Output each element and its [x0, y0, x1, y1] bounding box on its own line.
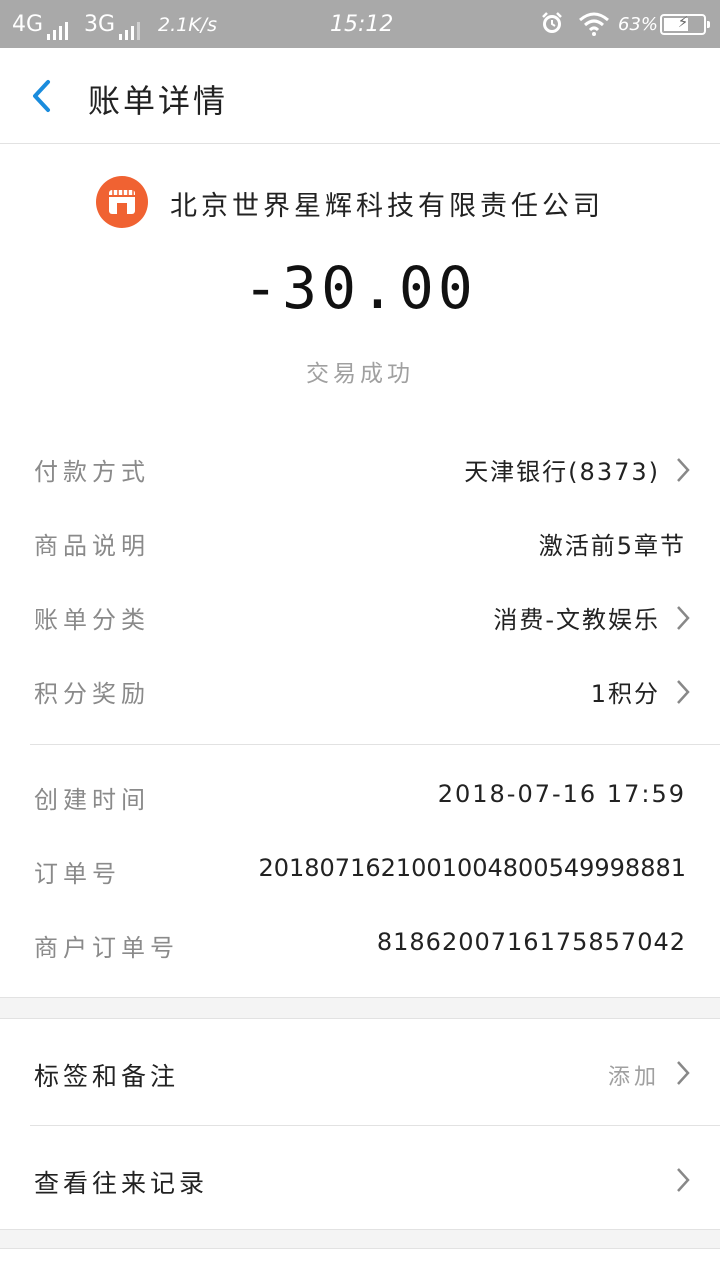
page-title: 账单详情 — [88, 82, 229, 120]
signal-icon — [47, 14, 71, 40]
info-label: 商户订单号 — [34, 934, 179, 962]
info-row-merchant-order-number: 商户订单号 8186200716175857042 — [0, 916, 720, 976]
detail-value: 天津银行(8373) — [464, 458, 660, 486]
wifi-icon — [578, 12, 610, 43]
detail-row-payment-method[interactable]: 付款方式 天津银行(8373) — [0, 440, 720, 500]
detail-value: 激活前5章节 — [538, 532, 686, 560]
back-button[interactable] — [26, 78, 62, 114]
detail-label: 付款方式 — [34, 458, 150, 486]
tags-label: 标签和备注 — [34, 1062, 180, 1091]
charging-bolt-icon: ⚡ — [677, 13, 689, 31]
clock: 15:12 — [330, 12, 394, 37]
history-label: 查看往来记录 — [34, 1169, 209, 1198]
app-bar: 账单详情 — [0, 48, 720, 144]
next-section-card — [0, 1248, 720, 1280]
add-tag-action[interactable]: 添加 — [608, 1059, 660, 1091]
battery-percent: 63% — [618, 14, 659, 35]
status-bar: 4G 3G 2.1K/s 15:12 63% ⚡ — [0, 0, 720, 48]
battery-icon: ⚡ — [660, 13, 710, 35]
extras-card: 标签和备注 添加 查看往来记录 — [0, 1018, 720, 1230]
sim2-type: 3G — [84, 12, 116, 37]
detail-value: 消费-文教娱乐 — [493, 606, 660, 634]
chevron-right-icon — [677, 606, 690, 630]
transaction-history-item[interactable]: 查看往来记录 — [0, 1126, 720, 1232]
signal-icon — [119, 14, 143, 40]
net-speed: 2.1K/s — [158, 14, 217, 36]
merchant-name: 北京世界星辉科技有限责任公司 — [170, 191, 604, 222]
tags-and-notes-item[interactable]: 标签和备注 添加 — [0, 1019, 720, 1125]
transaction-status: 交易成功 — [306, 361, 414, 387]
info-row-created-time: 创建时间 2018-07-16 17:59 — [0, 768, 720, 828]
info-value: 2018071621001004800549998881 — [258, 854, 686, 882]
info-value: 8186200716175857042 — [376, 928, 686, 956]
alarm-icon — [540, 11, 564, 42]
signal-sim1: 4G — [12, 12, 71, 40]
info-row-order-number: 订单号 2018071621001004800549998881 — [0, 842, 720, 902]
bill-amount: -30.00 — [243, 254, 477, 322]
info-label: 订单号 — [34, 860, 121, 888]
detail-row-points[interactable]: 积分奖励 1积分 — [0, 662, 720, 722]
signal-sim2: 3G — [84, 12, 143, 40]
chevron-right-icon — [677, 1061, 690, 1085]
chevron-right-icon — [677, 1168, 690, 1192]
detail-row-product: 商品说明 激活前5章节 — [0, 514, 720, 574]
detail-label: 商品说明 — [34, 532, 150, 560]
merchant-header: 北京世界星辉科技有限责任公司 — [0, 174, 720, 228]
chevron-right-icon — [677, 458, 690, 482]
bill-card: 北京世界星辉科技有限责任公司 -30.00 交易成功 付款方式 天津银行(837… — [0, 144, 720, 998]
sim1-type: 4G — [12, 12, 44, 37]
detail-row-category[interactable]: 账单分类 消费-文教娱乐 — [0, 588, 720, 648]
detail-label: 积分奖励 — [34, 680, 150, 708]
back-arrow-icon — [33, 80, 50, 112]
shop-icon — [96, 176, 148, 228]
info-value: 2018-07-16 17:59 — [437, 780, 686, 808]
detail-label: 账单分类 — [34, 606, 150, 634]
chevron-right-icon — [677, 680, 690, 704]
detail-value: 1积分 — [590, 680, 660, 708]
section-divider — [30, 744, 720, 745]
info-label: 创建时间 — [34, 786, 150, 814]
